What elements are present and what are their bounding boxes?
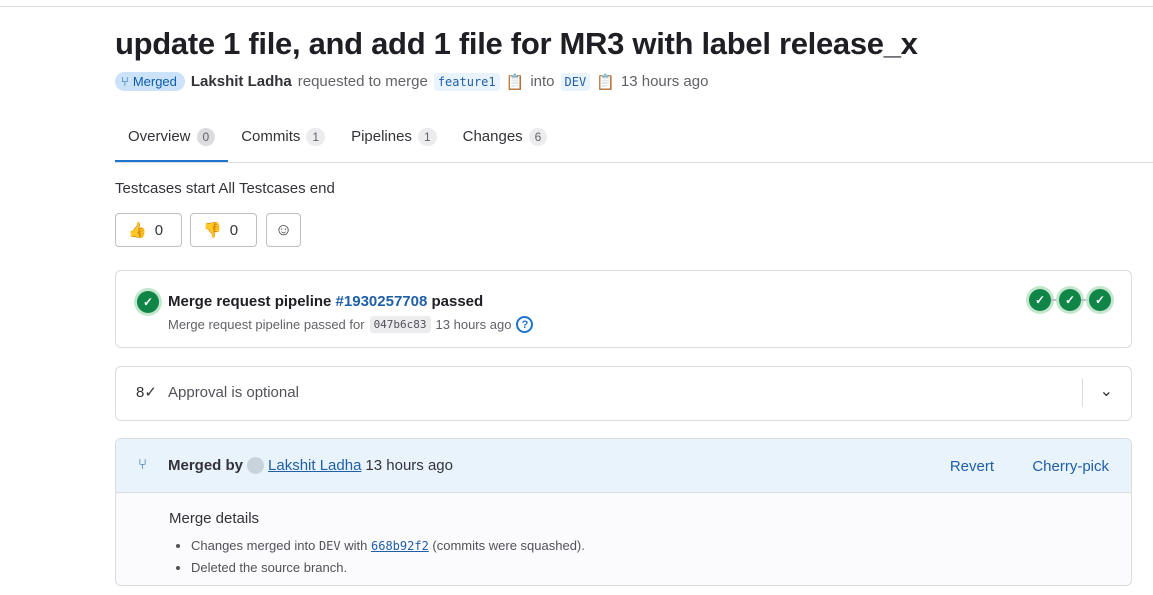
- description: Testcases start All Testcases end: [115, 180, 335, 197]
- merge-commit-link[interactable]: 668b92f2: [371, 539, 429, 553]
- thumbsup-count: 0: [154, 221, 164, 239]
- avatar[interactable]: [247, 457, 265, 474]
- text: with: [344, 538, 368, 553]
- status-badge: ⑂ Merged: [115, 72, 185, 91]
- tab-label: Pipelines: [351, 128, 412, 145]
- tab-count: 1: [306, 128, 326, 146]
- pipeline-sub: Merge request pipeline passed for: [168, 317, 365, 332]
- pipeline-stages: ✓ ✓ ✓: [1029, 289, 1111, 311]
- chevron-down-icon[interactable]: ⌄: [1100, 381, 1113, 401]
- merge-icon: ⑂: [121, 74, 129, 89]
- into-text: into: [530, 73, 555, 90]
- author-link[interactable]: Lakshit Ladha: [191, 73, 292, 90]
- merged-header: ⑂ Merged by Lakshit Ladha 13 hours ago R…: [116, 439, 1131, 493]
- thumbsup-icon: 👍: [128, 222, 147, 239]
- pipeline-title: Merge request pipeline #1930257708 passe…: [168, 293, 483, 310]
- tab-label: Overview: [128, 128, 191, 145]
- pipeline-time: 13 hours ago: [435, 317, 512, 332]
- stage-connector: [1081, 299, 1089, 301]
- tab-label: Commits: [241, 128, 301, 145]
- merge-details-title: Merge details: [169, 510, 260, 527]
- stage-success-icon[interactable]: ✓: [1029, 289, 1051, 311]
- pipeline-status: passed: [431, 293, 484, 310]
- thumbsdown-count: 0: [229, 221, 239, 239]
- approval-icon: 8✓: [136, 384, 157, 401]
- merged-user-link[interactable]: Lakshit Ladha: [268, 457, 361, 474]
- pipeline-subtext: Merge request pipeline passed for 047b6c…: [168, 316, 534, 333]
- time-text: 13 hours ago: [620, 73, 709, 90]
- text: (commits were squashed).: [432, 538, 585, 553]
- copy-target-icon[interactable]: 📋: [596, 73, 615, 91]
- pipeline-prefix: Merge request pipeline: [168, 293, 332, 310]
- mr-tabs: Overview 0 Commits 1 Pipelines 1 Changes 6: [115, 118, 1153, 163]
- tab-count: 0: [196, 128, 216, 146]
- approval-widget: 8✓ Approval is optional ⌄: [115, 366, 1132, 421]
- merged-widget: ⑂ Merged by Lakshit Ladha 13 hours ago R…: [115, 438, 1132, 586]
- commit-sha[interactable]: 047b6c83: [369, 316, 431, 333]
- text: Changes merged into: [191, 538, 316, 553]
- add-reaction-button[interactable]: ☺: [266, 213, 301, 247]
- revert-button[interactable]: Revert: [950, 458, 994, 475]
- page-title: update 1 file, and add 1 file for MR3 wi…: [115, 26, 918, 61]
- stage-connector: [1051, 299, 1059, 301]
- requested-text: requested to merge: [297, 73, 428, 90]
- pipeline-widget: ✓ Merge request pipeline #1930257708 pas…: [115, 270, 1132, 348]
- divider: [1082, 379, 1083, 407]
- stage-success-icon[interactable]: ✓: [1089, 289, 1111, 311]
- tab-pipelines[interactable]: Pipelines 1: [338, 118, 450, 162]
- cherry-pick-button[interactable]: Cherry-pick: [1032, 458, 1109, 475]
- tab-count: 6: [528, 128, 548, 146]
- target-branch[interactable]: DEV: [560, 72, 591, 91]
- list-item: Changes merged into DEV with 668b92f2 (c…: [191, 535, 585, 557]
- tab-count: 1: [417, 128, 437, 146]
- merged-time: 13 hours ago: [365, 457, 453, 474]
- tab-commits[interactable]: Commits 1: [228, 118, 338, 162]
- list-item: Deleted the source branch.: [191, 557, 585, 579]
- merge-details-list: Changes merged into DEV with 668b92f2 (c…: [169, 535, 585, 579]
- top-divider: [0, 6, 1153, 7]
- pipeline-link[interactable]: #1930257708: [336, 293, 428, 310]
- merge-icon: ⑂: [138, 456, 148, 473]
- thumbsdown-button[interactable]: 👎 0: [190, 213, 257, 247]
- tab-overview[interactable]: Overview 0: [115, 118, 229, 162]
- branch-name: DEV: [318, 539, 341, 553]
- mr-meta: ⑂ Merged Lakshit Ladha requested to merge…: [115, 72, 708, 91]
- merged-by-label: Merged by: [168, 457, 244, 474]
- help-icon[interactable]: ?: [516, 316, 534, 333]
- tab-changes[interactable]: Changes 6: [450, 118, 561, 162]
- smiley-icon: ☺: [274, 220, 293, 239]
- thumbsdown-icon: 👎: [203, 222, 222, 239]
- stage-success-icon[interactable]: ✓: [1059, 289, 1081, 311]
- thumbsup-button[interactable]: 👍 0: [115, 213, 182, 247]
- source-branch[interactable]: feature1: [433, 72, 500, 91]
- copy-source-icon[interactable]: 📋: [506, 73, 525, 91]
- approval-text: Approval is optional: [168, 384, 299, 401]
- merged-by: Merged by Lakshit Ladha 13 hours ago: [168, 457, 453, 474]
- tab-label: Changes: [462, 128, 523, 145]
- pipeline-success-icon[interactable]: ✓: [137, 291, 159, 313]
